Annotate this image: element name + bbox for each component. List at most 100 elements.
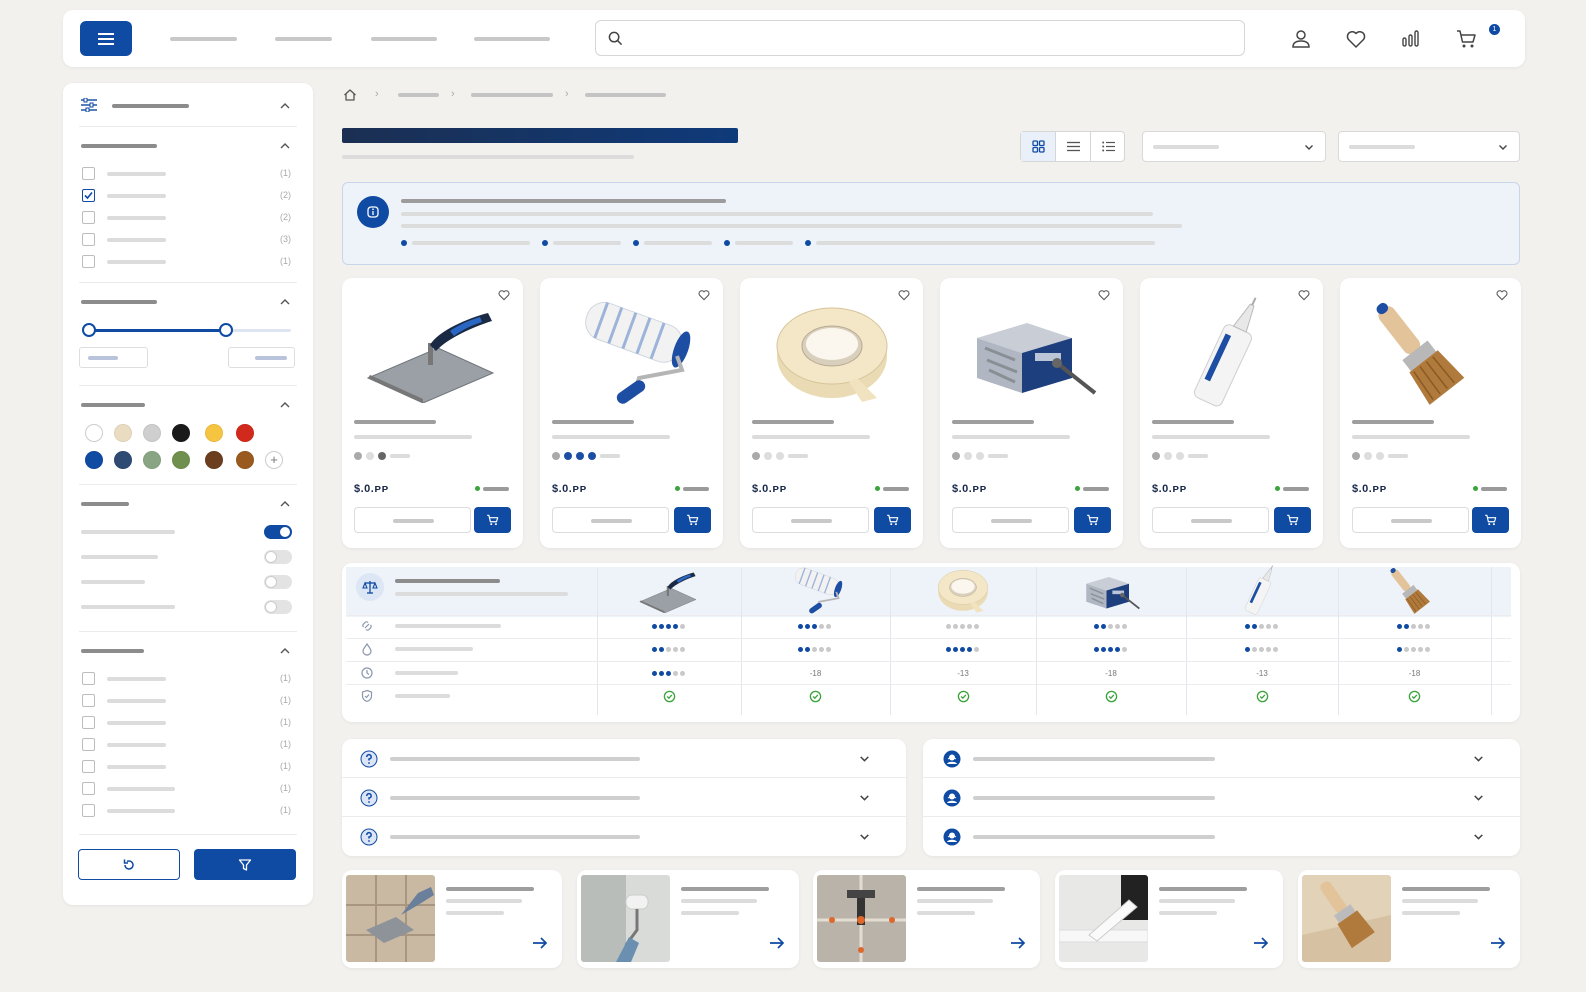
view-list-button[interactable] (1056, 132, 1091, 161)
search-input[interactable] (634, 29, 1224, 49)
arrow-right-icon[interactable] (532, 936, 548, 950)
color-swatch[interactable] (143, 424, 161, 442)
filter-checkbox[interactable] (82, 804, 95, 817)
paint-brush-icon[interactable] (1352, 298, 1509, 408)
arrow-right-icon[interactable] (1490, 936, 1506, 950)
filter-checkbox[interactable] (82, 672, 95, 685)
screws-box-icon[interactable] (952, 298, 1111, 408)
nav-link-2[interactable] (275, 37, 332, 41)
faq-item[interactable] (923, 778, 1520, 817)
masking-tape-icon[interactable] (752, 298, 911, 408)
tutorial-card[interactable] (342, 870, 562, 968)
price-min-input[interactable] (79, 347, 148, 368)
menu-button[interactable] (80, 21, 132, 56)
product-card[interactable]: $.0.ᴘᴘ (1140, 278, 1323, 548)
faq-item[interactable] (923, 739, 1520, 778)
tutorial-card[interactable] (1298, 870, 1520, 968)
nav-link-4[interactable] (474, 37, 550, 41)
add-to-cart-button[interactable] (1472, 507, 1509, 533)
wishlist-icon[interactable] (1344, 27, 1368, 51)
compare-icon[interactable] (1399, 27, 1423, 51)
product-name[interactable] (952, 420, 1034, 424)
arrow-right-icon[interactable] (769, 936, 785, 950)
add-to-cart-button[interactable] (474, 507, 511, 533)
product-name[interactable] (1352, 420, 1434, 424)
add-to-cart-button[interactable] (1274, 507, 1311, 533)
price-max-input[interactable] (228, 347, 295, 368)
chevron-up-icon[interactable] (278, 497, 292, 511)
arrow-right-icon[interactable] (1010, 936, 1026, 950)
quantity-selector[interactable] (354, 507, 471, 533)
filter-toggle[interactable] (264, 600, 292, 614)
paint-roller-icon[interactable] (552, 298, 711, 408)
price-range-slider[interactable] (82, 323, 291, 337)
comparison-product-thumb[interactable] (890, 567, 1036, 615)
sort-dropdown[interactable] (1142, 131, 1326, 162)
quantity-selector[interactable] (1352, 507, 1469, 533)
arrow-right-icon[interactable] (1253, 936, 1269, 950)
product-card[interactable]: $.0.ᴘᴘ (342, 278, 523, 548)
view-grid-button[interactable] (1021, 132, 1056, 161)
add-to-cart-button[interactable] (1074, 507, 1111, 533)
slider-handle-max[interactable] (219, 323, 233, 337)
product-name[interactable] (1152, 420, 1234, 424)
quantity-selector[interactable] (1152, 507, 1269, 533)
tutorial-card[interactable] (577, 870, 799, 968)
breadcrumb-link[interactable] (471, 93, 553, 97)
tutorial-card[interactable] (813, 870, 1040, 968)
filter-checkbox[interactable] (82, 233, 95, 246)
color-swatch[interactable] (205, 424, 223, 442)
filter-checkbox[interactable] (82, 167, 95, 180)
product-card[interactable]: $.0.ᴘᴘ (740, 278, 923, 548)
home-icon[interactable] (343, 88, 357, 102)
filter-toggle[interactable] (264, 550, 292, 564)
filter-checkbox[interactable] (82, 760, 95, 773)
color-swatch[interactable] (205, 451, 223, 469)
per-page-dropdown[interactable] (1338, 131, 1520, 162)
filter-checkbox[interactable] (82, 716, 95, 729)
product-name[interactable] (354, 420, 436, 424)
filter-checkbox-checked[interactable] (82, 189, 95, 202)
view-compact-list-button[interactable] (1091, 132, 1126, 161)
nav-link-1[interactable] (170, 37, 237, 41)
filter-toggle[interactable] (264, 575, 292, 589)
product-card[interactable]: $.0.ᴘᴘ (940, 278, 1123, 548)
apply-filters-button[interactable] (194, 849, 296, 880)
add-to-cart-button[interactable] (874, 507, 911, 533)
color-swatch[interactable] (85, 451, 103, 469)
color-swatch[interactable] (114, 451, 132, 469)
tutorial-card[interactable] (1055, 870, 1283, 968)
filter-toggle-on[interactable] (264, 525, 292, 539)
quantity-selector[interactable] (752, 507, 869, 533)
comparison-product-thumb[interactable] (1338, 567, 1491, 615)
color-swatch[interactable] (172, 424, 190, 442)
filter-checkbox[interactable] (82, 211, 95, 224)
product-name[interactable] (752, 420, 834, 424)
chevron-up-icon[interactable] (278, 398, 292, 412)
color-swatch[interactable] (85, 424, 103, 442)
color-swatch[interactable] (172, 451, 190, 469)
chevron-up-icon[interactable] (278, 99, 292, 113)
breadcrumb-link[interactable] (398, 93, 439, 97)
chevron-up-icon[interactable] (278, 644, 292, 658)
trowel-icon[interactable] (354, 298, 511, 408)
color-swatch[interactable] (114, 424, 132, 442)
reset-filters-button[interactable] (78, 849, 180, 880)
quantity-selector[interactable] (552, 507, 669, 533)
color-swatch[interactable] (143, 451, 161, 469)
slider-handle-min[interactable] (82, 323, 96, 337)
color-swatch[interactable] (236, 451, 254, 469)
faq-item[interactable] (342, 739, 906, 778)
sealant-tube-icon[interactable] (1152, 297, 1311, 408)
product-card[interactable]: $.0.ᴘᴘ (540, 278, 723, 548)
product-card[interactable]: $.0.ᴘᴘ (1340, 278, 1521, 548)
product-name[interactable] (552, 420, 634, 424)
filter-checkbox[interactable] (82, 738, 95, 751)
quantity-selector[interactable] (952, 507, 1069, 533)
comparison-product-thumb[interactable] (597, 567, 741, 615)
chevron-up-icon[interactable] (278, 139, 292, 153)
faq-item[interactable] (342, 817, 906, 856)
filter-checkbox[interactable] (82, 782, 95, 795)
filter-checkbox[interactable] (82, 255, 95, 268)
more-colors-button[interactable]: + (265, 451, 283, 469)
